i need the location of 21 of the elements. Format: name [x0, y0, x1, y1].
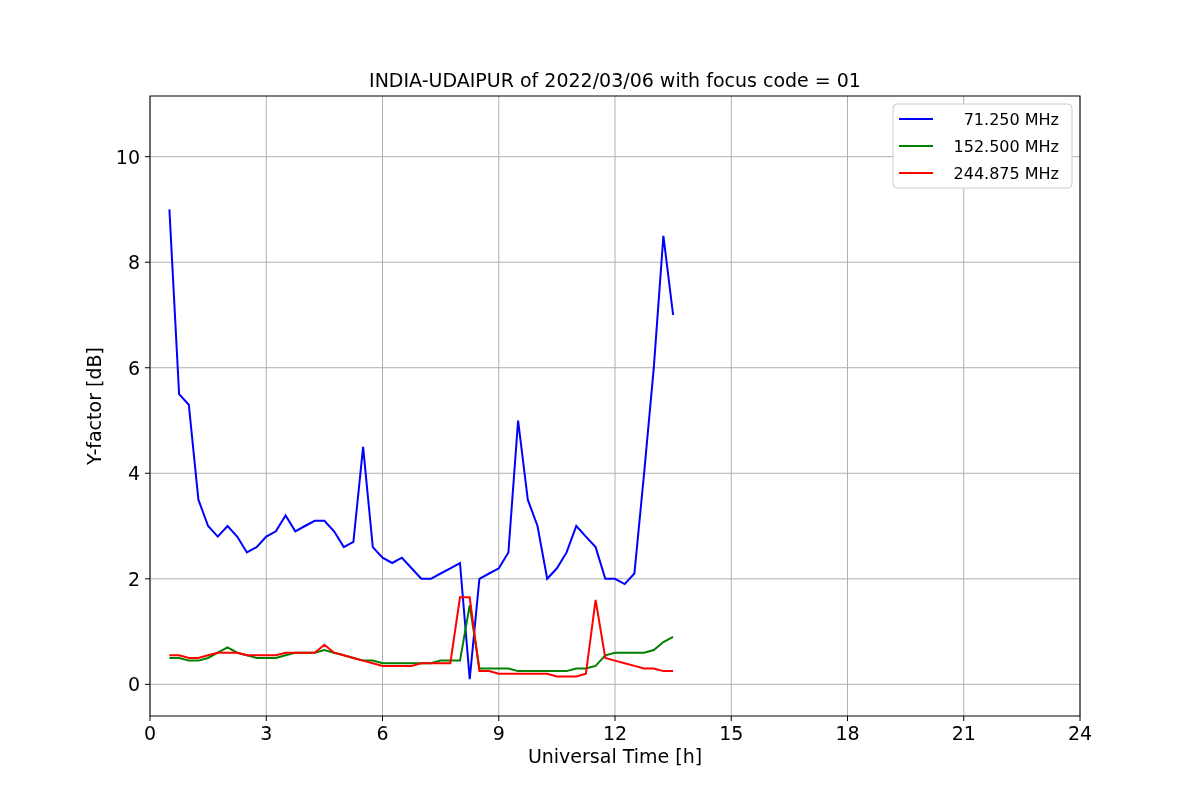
x-tick-label: 24 — [1067, 722, 1093, 744]
y-tick-label: 10 — [115, 145, 140, 168]
x-tick-label: 15 — [719, 722, 744, 744]
y-tick-label: 2 — [127, 567, 140, 590]
y-tick-label: 4 — [127, 462, 140, 485]
legend-label: 244.875 MHz — [953, 164, 1059, 183]
x-tick-label: 3 — [260, 722, 273, 744]
x-tick-label: 0 — [143, 722, 157, 744]
x-tick-label: 21 — [951, 722, 976, 744]
chart-title: INDIA-UDAIPUR of 2022/03/06 with focus code = 01 — [369, 69, 861, 91]
legend-label: 71.250 MHz — [963, 110, 1059, 129]
y-tick-label: 8 — [127, 251, 140, 274]
x-tick-label: 6 — [376, 722, 389, 744]
x-axis-label: Universal Time [h] — [527, 745, 703, 767]
y-tick-label: 6 — [127, 356, 140, 379]
y-tick-label: 0 — [127, 673, 140, 696]
x-tick-label: 12 — [602, 722, 628, 744]
y-axis-label: Y-factor [dB] — [83, 347, 105, 465]
x-tick-label: 18 — [835, 722, 860, 744]
legend-label: 152.500 MHz — [953, 137, 1059, 156]
x-tick-label: 9 — [492, 722, 505, 744]
